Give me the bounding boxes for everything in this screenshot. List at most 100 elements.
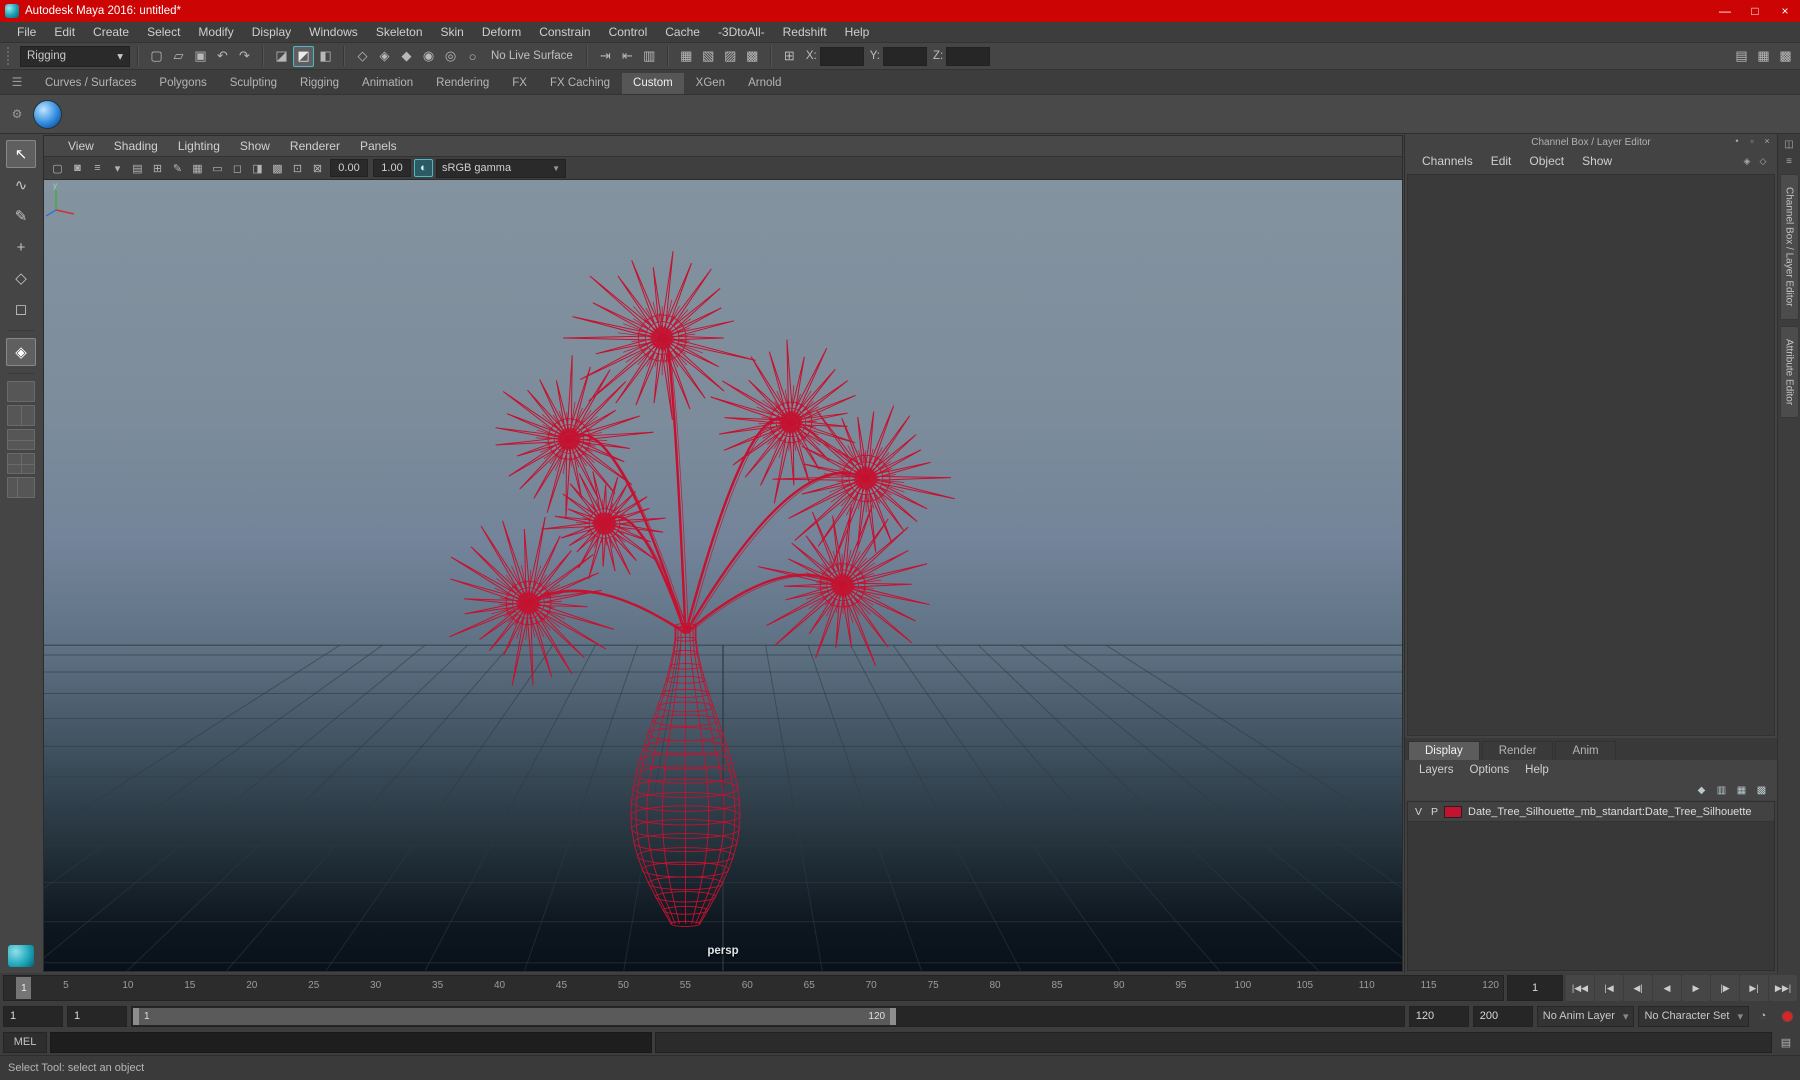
- color-space-dropdown[interactable]: sRGB gamma ▼: [436, 158, 566, 178]
- menu-file[interactable]: File: [8, 25, 45, 39]
- paint-select-tool[interactable]: ✎: [6, 202, 36, 230]
- shelf-tab-custom[interactable]: Custom: [622, 73, 684, 94]
- current-time-marker[interactable]: 1: [16, 977, 32, 999]
- command-output[interactable]: [655, 1031, 1772, 1053]
- layout-preset-button-5[interactable]: [7, 477, 35, 498]
- close-panel-icon[interactable]: ×: [1761, 135, 1773, 147]
- safe-action-icon[interactable]: ⊡: [288, 159, 307, 177]
- layout-preset-button-4[interactable]: [7, 453, 35, 474]
- viewport-menu-renderer[interactable]: Renderer: [280, 139, 350, 153]
- input-connections-icon[interactable]: ⇥: [595, 46, 616, 67]
- pin-icon[interactable]: •: [1731, 135, 1743, 147]
- select-object-icon[interactable]: ◩: [293, 45, 314, 67]
- shelf-tab-fx-caching[interactable]: FX Caching: [538, 73, 622, 94]
- layer-row[interactable]: V P Date_Tree_Silhouette_mb_standart:Date_…: [1408, 802, 1774, 822]
- film-gate-icon[interactable]: ▭: [208, 159, 227, 177]
- channel-box-menu-object[interactable]: Object: [1520, 154, 1573, 168]
- rotate-tool[interactable]: ◇: [6, 264, 36, 292]
- empty-layer-icon[interactable]: ▥: [1714, 783, 1729, 798]
- playback-end-field[interactable]: 120: [1408, 1005, 1469, 1027]
- shelf-tab-animation[interactable]: Animation: [351, 73, 425, 94]
- collapse-panel-icon[interactable]: ◫: [1782, 137, 1797, 151]
- layer-editor-menu-layers[interactable]: Layers: [1411, 764, 1462, 776]
- menu-deform[interactable]: Deform: [473, 25, 530, 39]
- panel-layout-icon[interactable]: ▦: [1753, 46, 1774, 67]
- shelf-tab-rendering[interactable]: Rendering: [425, 73, 501, 94]
- menu-select[interactable]: Select: [138, 25, 189, 39]
- menu-set-selector[interactable]: Rigging ▾: [20, 45, 130, 67]
- shelf-tab-polygons[interactable]: Polygons: [148, 73, 218, 94]
- ipr-render-icon[interactable]: ▧: [698, 46, 719, 67]
- step-forward-frame-button[interactable]: ▶|: [1740, 975, 1768, 1001]
- toolbar-grip[interactable]: [7, 47, 15, 65]
- gamma-field[interactable]: 1.00: [373, 159, 411, 177]
- snap-to-curves-icon[interactable]: ◈: [374, 46, 395, 67]
- command-language-button[interactable]: MEL: [3, 1031, 47, 1053]
- viewport-menu-show[interactable]: Show: [230, 139, 280, 153]
- shelf-tab-curves-surfaces[interactable]: Curves / Surfaces: [34, 73, 148, 94]
- new-layer-selected-icon[interactable]: ▩: [1754, 783, 1769, 798]
- shelf-tab-sculpting[interactable]: Sculpting: [218, 73, 289, 94]
- image-plane-icon[interactable]: ▤: [128, 159, 147, 177]
- channel-box-menu-channels[interactable]: Channels: [1413, 154, 1482, 168]
- viewport-menu-shading[interactable]: Shading: [104, 139, 168, 153]
- viewport-menu-view[interactable]: View: [58, 139, 104, 153]
- manipulator-icon[interactable]: ◈: [1741, 155, 1753, 167]
- 2d-pan-zoom-icon[interactable]: ⊞: [148, 159, 167, 177]
- quick-layout-grid-icon[interactable]: ⊞: [779, 46, 800, 67]
- render-current-frame-icon[interactable]: ▦: [676, 46, 697, 67]
- output-connections-icon[interactable]: ⇤: [617, 46, 638, 67]
- auto-keyframe-toggle[interactable]: [1777, 1007, 1797, 1026]
- menu-3dtoall[interactable]: -3DtoAll-: [709, 25, 774, 39]
- layer-editor-menu-help[interactable]: Help: [1517, 764, 1557, 776]
- shelf-item-sphere-icon[interactable]: [34, 100, 61, 128]
- shelf-gear-icon[interactable]: ⚙: [0, 95, 34, 133]
- side-tab-attribute-editor[interactable]: Attribute Editor: [1779, 325, 1799, 418]
- playback-start-field[interactable]: 1: [67, 1005, 127, 1027]
- new-scene-icon[interactable]: ▢: [146, 46, 167, 67]
- menu-constrain[interactable]: Constrain: [530, 25, 599, 39]
- menu-display[interactable]: Display: [243, 25, 300, 39]
- select-component-icon[interactable]: ◧: [315, 46, 336, 67]
- menu-create[interactable]: Create: [84, 25, 138, 39]
- anim-layer-dropdown[interactable]: No Anim Layer ▾: [1536, 1005, 1635, 1027]
- safe-title-icon[interactable]: ⊠: [308, 159, 327, 177]
- range-end-handle[interactable]: [890, 1007, 897, 1025]
- play-forwards-button[interactable]: ▶: [1682, 975, 1710, 1001]
- step-back-key-button[interactable]: ◀|: [1624, 975, 1652, 1001]
- shelf-tab-fx[interactable]: FX: [501, 73, 538, 94]
- menu-help[interactable]: Help: [836, 25, 879, 39]
- character-set-dropdown[interactable]: No Character Set ▾: [1638, 1005, 1749, 1027]
- x-input[interactable]: [819, 46, 864, 66]
- menu-skin[interactable]: Skin: [432, 25, 473, 39]
- bookmarks-icon[interactable]: ▾: [108, 159, 127, 177]
- menu-control[interactable]: Control: [600, 25, 657, 39]
- grid-toggle-icon[interactable]: ▦: [188, 159, 207, 177]
- gate-mask-icon[interactable]: ◨: [248, 159, 267, 177]
- step-forward-key-button[interactable]: |▶: [1711, 975, 1739, 1001]
- play-backwards-button[interactable]: ◀: [1653, 975, 1681, 1001]
- menu-edit[interactable]: Edit: [45, 25, 84, 39]
- resolution-gate-icon[interactable]: ◻: [228, 159, 247, 177]
- minimize-button[interactable]: —: [1710, 0, 1740, 22]
- snap-to-projected-center-icon[interactable]: ◉: [418, 46, 439, 67]
- range-slider-bar[interactable]: 1 120: [133, 1007, 897, 1025]
- panel-menu-icon[interactable]: ≡: [1782, 154, 1797, 168]
- grease-pencil-icon[interactable]: ✎: [168, 159, 187, 177]
- exposure-field[interactable]: 0.00: [330, 159, 368, 177]
- layer-playback-toggle[interactable]: P: [1428, 806, 1441, 818]
- move-layer-up-icon[interactable]: ◆: [1694, 783, 1709, 798]
- script-editor-button[interactable]: ▤: [1775, 1033, 1797, 1052]
- menu-modify[interactable]: Modify: [189, 25, 242, 39]
- float-panel-icon[interactable]: ▫: [1746, 135, 1758, 147]
- layout-preset-button-3[interactable]: [7, 429, 35, 450]
- toolbox-visibility-icon[interactable]: ▤: [1731, 46, 1752, 67]
- snap-to-points-icon[interactable]: ◆: [396, 46, 417, 67]
- move-tool[interactable]: +: [6, 233, 36, 261]
- lasso-select-tool[interactable]: ∿: [6, 171, 36, 199]
- go-to-start-button[interactable]: |◀◀: [1566, 975, 1594, 1001]
- layer-editor-tab-display[interactable]: Display: [1408, 741, 1480, 760]
- viewport-menu-panels[interactable]: Panels: [350, 139, 407, 153]
- animation-start-field[interactable]: 1: [3, 1005, 63, 1027]
- select-camera-icon[interactable]: ▢: [48, 159, 67, 177]
